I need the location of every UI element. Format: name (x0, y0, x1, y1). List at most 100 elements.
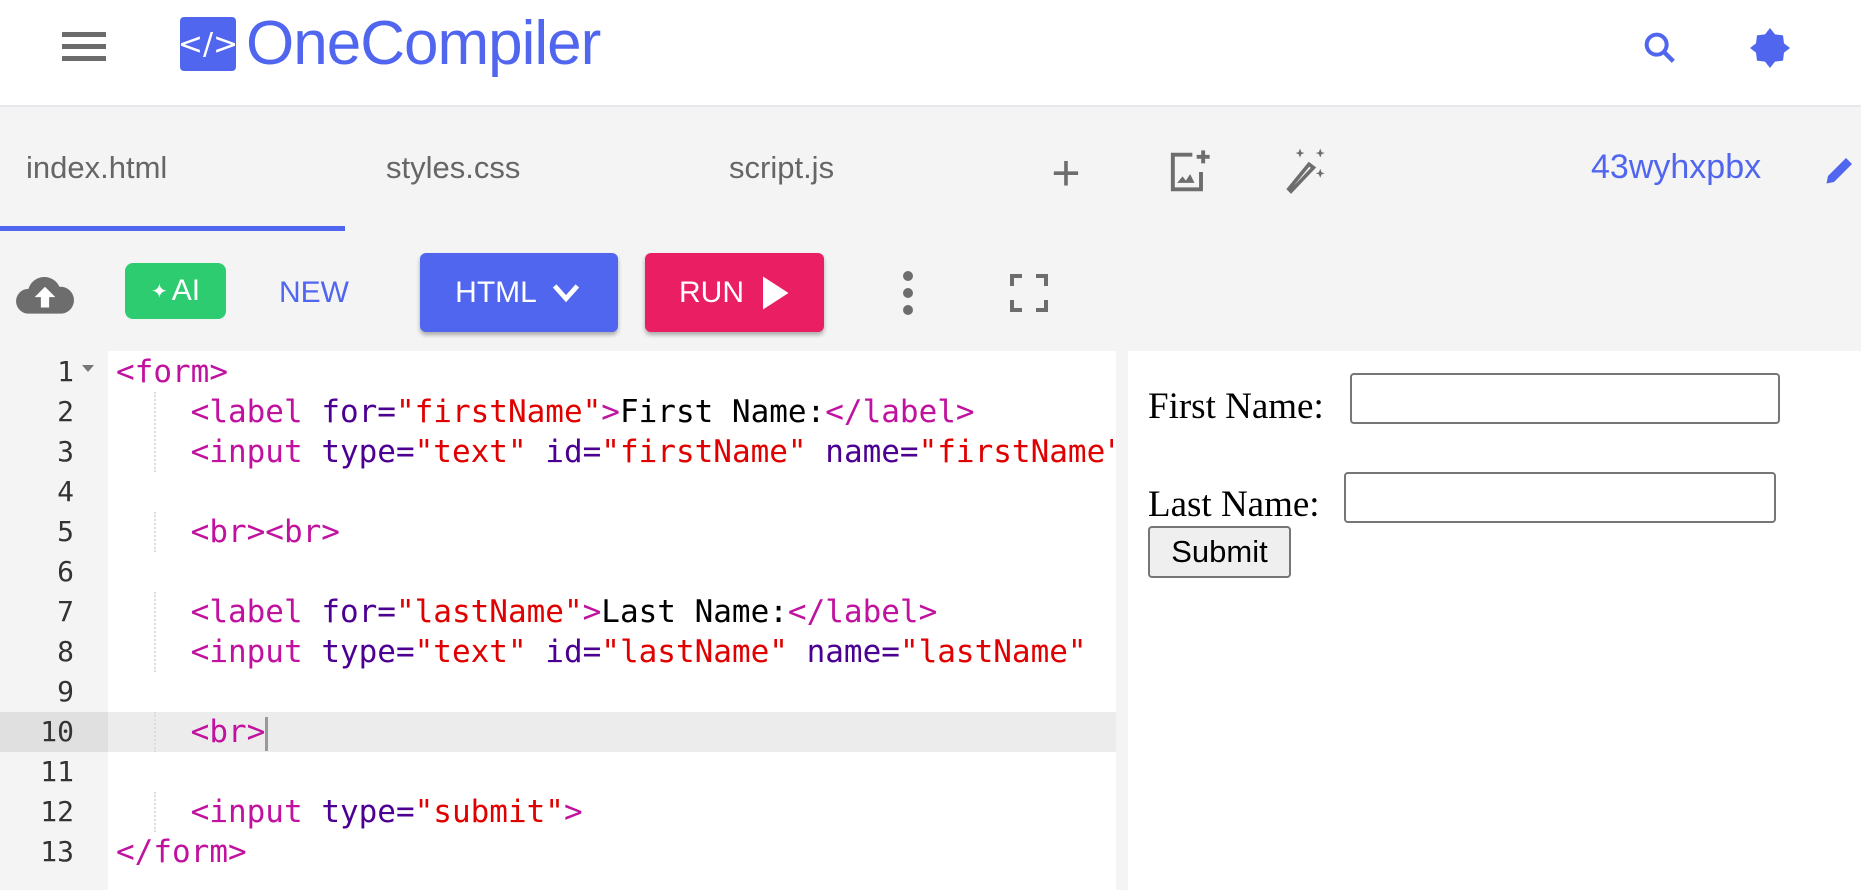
run-label: RUN (679, 275, 744, 309)
code-token: id= (545, 634, 602, 670)
line-number: 1 (57, 355, 74, 388)
add-file-icon[interactable]: + (1046, 145, 1086, 201)
search-icon[interactable] (1640, 28, 1680, 68)
hamburger-icon[interactable] (62, 32, 106, 62)
code-token: </label> (825, 394, 975, 430)
first-name-label: First Name: (1148, 386, 1324, 427)
code-token: type= (321, 434, 415, 470)
code-token: "lastName" (601, 634, 788, 670)
file-id[interactable]: 43wyhxpbx (1591, 148, 1761, 187)
code-token: "firstName" (395, 394, 602, 430)
more-options-icon[interactable] (902, 270, 914, 316)
code-token: > (563, 794, 583, 830)
submit-button[interactable]: Submit (1148, 526, 1291, 578)
line-number: 5 (57, 515, 74, 548)
line-number: 8 (57, 635, 74, 668)
code-token: "firstName" (601, 434, 807, 470)
code-token: name= (806, 634, 900, 670)
code-token: > (601, 394, 620, 430)
code-line[interactable] (116, 552, 1116, 592)
active-tab-indicator (0, 226, 345, 231)
code-token: <form> (116, 354, 228, 390)
line-number: 3 (57, 435, 74, 468)
top-header: </> OneCompiler (0, 0, 1861, 107)
code-token: <input (190, 634, 322, 670)
tab-script-js[interactable]: script.js (729, 150, 834, 186)
code-token: </label> (787, 594, 938, 630)
code-token: id= (545, 434, 602, 470)
line-number: 13 (40, 835, 74, 868)
code-line[interactable]: <br> (116, 712, 1116, 752)
code-token: Last Name: (601, 594, 788, 630)
brightness-icon[interactable] (1746, 24, 1794, 72)
tab-styles-css[interactable]: styles.css (386, 150, 520, 186)
language-select-button[interactable]: HTML (420, 253, 618, 332)
code-token: for= (321, 594, 396, 630)
text-cursor (265, 716, 269, 751)
ai-label: AI (171, 274, 201, 307)
chevron-down-icon (552, 283, 579, 302)
run-button[interactable]: RUN (645, 253, 824, 332)
add-image-icon[interactable] (1162, 146, 1214, 198)
logo-title[interactable]: OneCompiler (246, 8, 601, 79)
code-line[interactable] (116, 752, 1116, 792)
line-number: 2 (57, 395, 74, 428)
output-preview: First Name: Last Name: Submit (1128, 351, 1861, 890)
code-token: <br> (190, 714, 266, 750)
code-line[interactable]: <input type="submit"> (116, 792, 1116, 832)
edit-pencil-icon[interactable] (1822, 150, 1858, 190)
code-token: "lastName" (395, 594, 583, 630)
sparkle-icon: ✦ (150, 280, 168, 303)
code-token: <label (190, 394, 322, 430)
play-icon (763, 276, 789, 309)
last-name-input[interactable] (1344, 472, 1776, 523)
code-token: <br><br> (190, 514, 340, 550)
code-token: for= (321, 394, 396, 430)
code-token: "text" (414, 634, 527, 670)
indent-guide (154, 392, 156, 472)
code-line[interactable] (116, 472, 1116, 512)
line-number: 6 (57, 555, 74, 588)
code-token: > (582, 594, 602, 630)
code-line[interactable]: <label for="lastName">Last Name:</label> (116, 592, 1116, 632)
new-button[interactable]: NEW (279, 276, 349, 310)
line-number: 9 (57, 675, 74, 708)
indent-guide (154, 712, 156, 752)
code-line[interactable]: <input type="text" id="firstName" name="… (116, 432, 1116, 472)
tab-index-html[interactable]: index.html (26, 150, 167, 186)
code-token: type= (321, 794, 415, 830)
indent-guide (154, 512, 156, 552)
line-number: 4 (57, 475, 74, 508)
code-token: </form> (116, 834, 247, 870)
code-token: <input (190, 794, 322, 830)
code-token: "submit" (414, 794, 564, 830)
code-token: <input (190, 434, 322, 470)
language-label: HTML (455, 275, 537, 309)
code-line[interactable]: <label for="firstName">First Name:</labe… (116, 392, 1116, 432)
code-line[interactable]: </form> (116, 832, 1116, 872)
code-token: name= (825, 434, 919, 470)
code-line[interactable]: <form> (116, 352, 1116, 392)
cloud-upload-icon[interactable] (14, 270, 76, 316)
magic-wand-icon[interactable] (1282, 144, 1336, 198)
line-number: 12 (40, 795, 74, 828)
logo-icon[interactable]: </> (178, 17, 238, 71)
first-name-input[interactable] (1350, 373, 1780, 424)
code-token: First Name: (619, 394, 826, 430)
ai-button[interactable]: ✦ AI (125, 263, 226, 319)
line-number: 7 (57, 595, 74, 628)
code-line[interactable] (116, 672, 1116, 712)
code-line[interactable]: <br><br> (116, 512, 1116, 552)
code-token: "text" (414, 434, 527, 470)
line-number: 11 (40, 755, 74, 788)
fold-arrow-icon[interactable] (82, 365, 94, 372)
code-token: "lastName" (899, 634, 1087, 670)
code-line[interactable]: <input type="text" id="lastName" name="l… (116, 632, 1116, 672)
fullscreen-icon[interactable] (1010, 274, 1048, 312)
last-name-label: Last Name: (1148, 484, 1320, 525)
indent-guide (154, 792, 156, 832)
